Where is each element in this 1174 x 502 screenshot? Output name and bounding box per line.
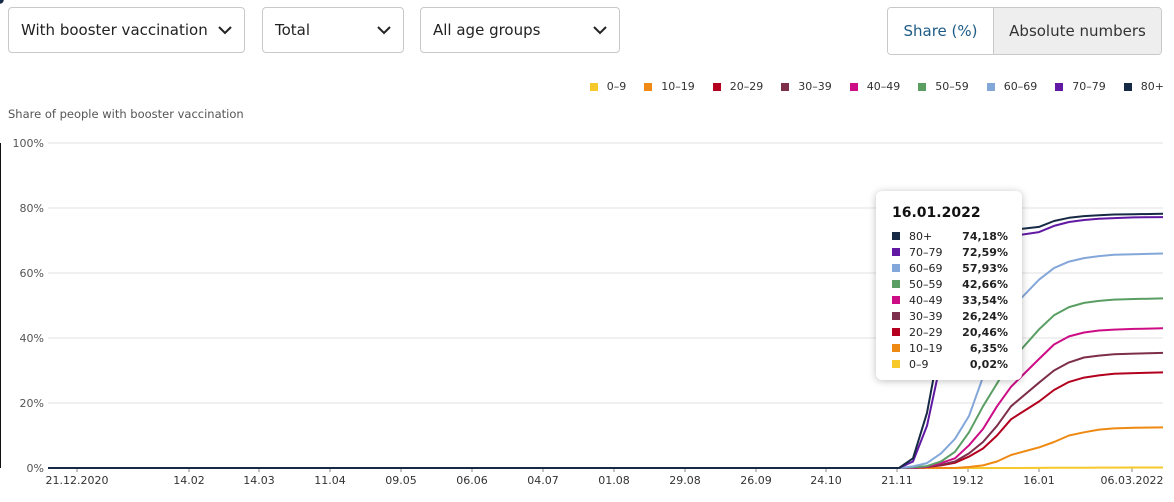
tooltip-value: 74,18%	[962, 229, 1008, 243]
tooltip-row: 60–69 57,93%	[892, 260, 1008, 276]
x-tick-label: 04.07	[527, 474, 559, 487]
tooltip-value: 0,02%	[969, 357, 1008, 371]
tooltip-row: 40–49 33,54%	[892, 292, 1008, 308]
tooltip-label: 20–29	[909, 325, 943, 339]
x-tick-label: 21.12.2020	[46, 474, 109, 487]
x-tick-label: 19.12	[952, 474, 984, 487]
tooltip-row: 50–59 42,66%	[892, 276, 1008, 292]
tooltip-value: 20,46%	[962, 325, 1008, 339]
tooltip-swatch	[892, 360, 900, 368]
x-tick-label: 29.08	[669, 474, 701, 487]
tooltip-row: 10–19 6,35%	[892, 340, 1008, 356]
tooltip-swatch	[892, 232, 900, 240]
tooltip-label: 40–49	[909, 293, 943, 307]
x-tick-label: 06.06	[456, 474, 488, 487]
tooltip-label: 80+	[909, 229, 933, 243]
tooltip-value: 6,35%	[969, 341, 1008, 355]
tooltip-value: 26,24%	[962, 309, 1008, 323]
tooltip-swatch	[892, 344, 900, 352]
x-tick-label: 01.08	[598, 474, 630, 487]
tooltip-value: 72,59%	[962, 245, 1008, 259]
tooltip-swatch	[892, 248, 900, 256]
series-line-10–19	[48, 426, 1164, 469]
x-tick-label: 09.05	[385, 474, 417, 487]
tooltip-row: 30–39 26,24%	[892, 308, 1008, 324]
y-tick-label: 20%	[20, 397, 44, 410]
x-tick-label: 24.10	[810, 474, 842, 487]
chart-tooltip: 16.01.2022 80+ 74,18% 70–79 72,59% 60–69 57,9…	[876, 191, 1022, 380]
tooltip-date: 16.01.2022	[892, 205, 981, 221]
x-tick-label: 14.02	[173, 474, 205, 487]
x-tick-label: 21.11	[881, 474, 913, 487]
x-tick-label: 26.09	[740, 474, 772, 487]
tooltip-label: 70–79	[909, 245, 943, 259]
tooltip-label: 0–9	[909, 357, 929, 371]
tooltip-label: 30–39	[909, 309, 943, 323]
y-tick-label: 80%	[20, 202, 44, 215]
tooltip-row: 20–29 20,46%	[892, 324, 1008, 340]
tooltip-row: 0–9 0,02%	[892, 356, 1008, 372]
tooltip-value: 42,66%	[962, 277, 1008, 291]
y-tick-label: 0%	[27, 462, 44, 475]
tooltip-row: 80+ 74,18%	[892, 228, 1008, 244]
tooltip-label: 10–19	[909, 341, 943, 355]
x-tick-label: 14.03	[243, 474, 275, 487]
y-tick-label: 40%	[20, 332, 44, 345]
tooltip-label: 50–59	[909, 277, 943, 291]
y-tick-label: 60%	[20, 267, 44, 280]
tooltip-row: 70–79 72,59%	[892, 244, 1008, 260]
tooltip-swatch	[892, 296, 900, 304]
y-tick-label: 100%	[13, 137, 44, 150]
tooltip-label: 60–69	[909, 261, 943, 275]
tooltip-swatch	[892, 264, 900, 272]
tooltip-swatch	[892, 328, 900, 336]
tooltip-swatch	[892, 312, 900, 320]
x-tick-label: 16.01	[1023, 474, 1055, 487]
hover-point	[0, 0, 6, 6]
tooltip-value: 57,93%	[962, 261, 1008, 275]
tooltip-swatch	[892, 280, 900, 288]
x-tick-label: 06.03.2022	[1101, 474, 1164, 487]
x-tick-label: 11.04	[314, 474, 346, 487]
tooltip-value: 33,54%	[962, 293, 1008, 307]
